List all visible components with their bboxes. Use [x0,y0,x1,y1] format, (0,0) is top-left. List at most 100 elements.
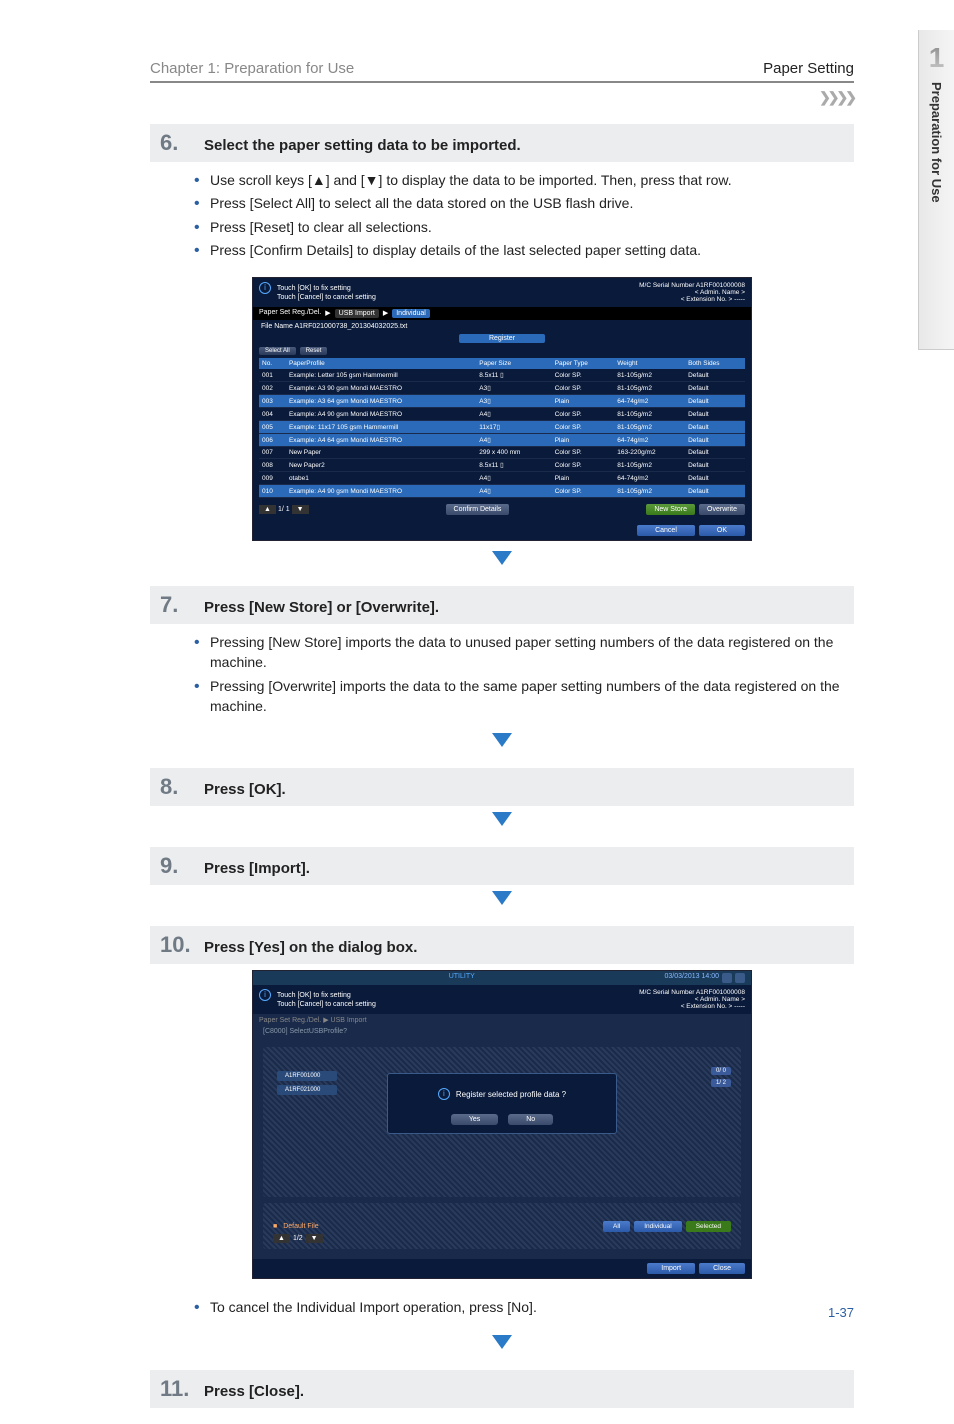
table-header-cell: PaperProfile [286,358,476,369]
table-cell: Default [685,408,745,421]
individual-button[interactable]: Individual [634,1221,681,1232]
close-button[interactable]: Close [699,1263,745,1274]
scr2-subtitle: [C8000] SelectUSBProfile? [253,1026,751,1037]
table-row[interactable]: 007New Paper299 x 400 mmColor SP.163-220… [259,447,745,459]
scr2-nav: ▲ 1/2 ▼ [273,1234,323,1243]
scr2-ext: < Extension No. > ----- [639,1003,745,1010]
scr2-msg2: Touch [Cancel] to cancel setting [277,1001,376,1008]
down-arrow-icon [150,551,854,570]
step-7: 7. Press [New Store] or [Overwrite]. Pre… [150,586,854,752]
table-cell: 005 [259,421,286,434]
step-10-after-bullets: To cancel the Individual Import operatio… [150,1289,854,1328]
table-cell: Example: 11x17 105 gsm Hammermill [286,421,476,434]
table-cell: 81-105g/m2 [614,459,685,472]
step-6-bullets: Use scroll keys [▲] and [▼] to display t… [150,162,854,271]
table-cell: Default [685,395,745,408]
all-button[interactable]: All [603,1221,630,1232]
bullet-text: Use scroll keys [▲] and [▼] to display t… [210,170,844,190]
file-label[interactable]: A1RF021000 [277,1085,337,1095]
table-row[interactable]: 002Example: A3 90 gsm Mondi MAESTROA3▯Co… [259,382,745,395]
table-cell: A4▯ [476,434,551,447]
chevron-divider: ❯❯❯❯ [150,89,854,106]
table-cell: 81-105g/m2 [614,421,685,434]
info-icon: i [438,1088,450,1100]
step-6-title: Select the paper setting data to be impo… [204,137,521,154]
confirm-details-button[interactable]: Confirm Details [446,504,510,515]
overwrite-button[interactable]: Overwrite [699,504,745,515]
step-8: 8. Press [OK]. [150,768,854,831]
cancel-button[interactable]: Cancel [637,525,695,536]
register-tab-label[interactable]: Register [459,334,545,343]
help-icon[interactable] [735,973,745,983]
scr1-table: No.PaperProfilePaper SizePaper TypeWeigh… [259,358,745,498]
table-cell: 81-105g/m2 [614,382,685,395]
step-8-head: 8. Press [OK]. [150,768,854,806]
step-10-title: Press [Yes] on the dialog box. [204,939,417,956]
table-cell: Example: A3 90 gsm Mondi MAESTRO [286,382,476,395]
table-row[interactable]: 009otabe1A4▯Plain64-74g/m2Default [259,472,745,485]
select-all-button[interactable]: Select All [259,347,296,355]
crumb-seg-active[interactable]: Individual [392,309,430,318]
selected-button[interactable]: Selected [686,1221,731,1232]
step-9-num: 9. [160,853,194,879]
step-11-head: 11. Press [Close]. [150,1370,854,1408]
screenshot-dialog: UTILITY 03/03/2013 14:00 i Touch [OK] to… [252,970,752,1279]
table-cell: 002 [259,382,286,395]
table-row[interactable]: 006Example: A4 64 gsm Mondi MAESTROA4▯Pl… [259,434,745,447]
chapter-side-tab: 1 Preparation for Use [918,30,954,350]
table-row[interactable]: 010Example: A4 90 gsm Mondi MAESTROA4▯Co… [259,485,745,498]
step-7-num: 7. [160,592,194,618]
page-content: Chapter 1: Preparation for Use Paper Set… [150,60,854,1424]
new-store-button[interactable]: New Store [646,504,695,515]
scr2-serial-block: M/C Serial Number A1RF001000008 < Admin.… [639,989,745,1010]
step-10-num: 10. [160,932,194,958]
table-row[interactable]: 004Example: A4 90 gsm Mondi MAESTROA4▯Co… [259,408,745,421]
yes-button[interactable]: Yes [451,1114,498,1125]
up-arrow-button[interactable]: ▲ [273,1234,290,1243]
table-cell: Default [685,472,745,485]
scr2-message: i Touch [OK] to fix setting Touch [Cance… [259,989,376,1010]
memory-icon [722,973,732,983]
table-cell: Color SP. [552,382,615,395]
scr1-ext: < Extension No. > ----- [639,296,745,303]
reset-button[interactable]: Reset [300,347,328,355]
table-row[interactable]: 005Example: 11x17 105 gsm Hammermill11x1… [259,421,745,434]
indicator: 0/ 0 [711,1067,731,1075]
scr2-body: A1RF001000 A1RF021000 0/ 0 1/ 2 i Regist… [253,1037,751,1259]
table-cell: Default [685,421,745,434]
crumb-seg[interactable]: USB Import [335,309,379,318]
table-cell: 81-105g/m2 [614,485,685,498]
step-7-title: Press [New Store] or [Overwrite]. [204,599,439,616]
table-row[interactable]: 008New Paper28.5x11 ▯Color SP.81-105g/m2… [259,459,745,472]
table-cell: 64-74g/m2 [614,472,685,485]
scr1-store-buttons: New Store Overwrite [646,504,745,515]
file-label[interactable]: A1RF001000 [277,1071,337,1081]
crumb-sep: ▶ [383,309,388,318]
down-arrow-button[interactable]: ▼ [292,505,309,514]
table-cell: Color SP. [552,447,615,459]
crumb-seg: Paper Set Reg./Del. [259,309,321,318]
import-button[interactable]: Import [647,1263,695,1274]
table-row[interactable]: 003Example: A3 64 gsm Mondi MAESTROA3▯Pl… [259,395,745,408]
down-arrow-icon [150,733,854,752]
indicator: 1/ 2 [711,1079,731,1087]
table-cell: Plain [552,395,615,408]
table-cell: A4▯ [476,408,551,421]
table-cell: A4▯ [476,485,551,498]
section-title: Paper Setting [763,60,854,77]
table-row[interactable]: 001Example: Letter 105 gsm Hammermill8.5… [259,369,745,382]
ok-button[interactable]: OK [699,525,745,536]
scr1-admin: < Admin. Name > [639,289,745,296]
page-number: 1-37 [828,1305,854,1320]
scr2-lower-bar: ■ Default File All Individual Selected ▲… [263,1203,741,1249]
table-cell: 003 [259,395,286,408]
no-button[interactable]: No [508,1114,553,1125]
table-cell: Example: A4 90 gsm Mondi MAESTRO [286,408,476,421]
down-arrow-button[interactable]: ▼ [306,1234,323,1243]
up-arrow-button[interactable]: ▲ [259,505,276,514]
step-9-head: 9. Press [Import]. [150,847,854,885]
scr2-datetime: 03/03/2013 14:00 [665,973,720,983]
step-10: 10. Press [Yes] on the dialog box. UTILI… [150,926,854,1353]
scr1-toolbar: Select All Reset [253,344,751,358]
scr1-filename: File Name A1RF021000738_201304032025.txt [253,320,751,333]
